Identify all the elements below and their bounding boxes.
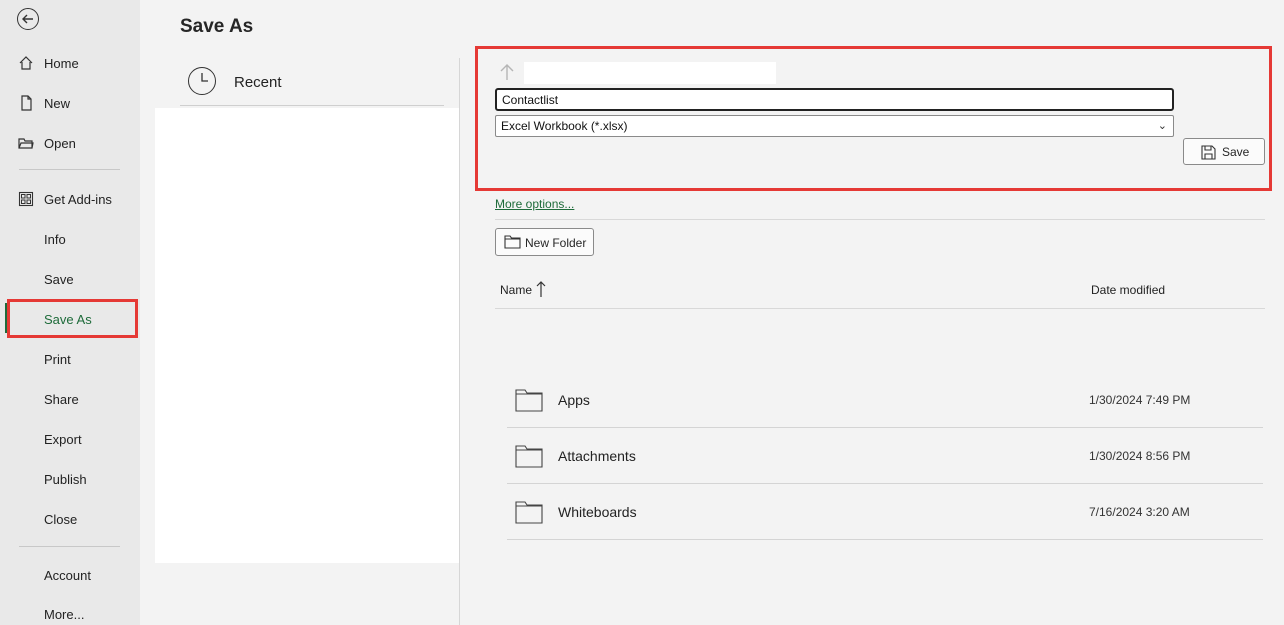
location-recent[interactable]: Recent — [180, 60, 444, 106]
nav-open-label: Open — [44, 135, 76, 151]
open-folder-icon — [18, 138, 34, 149]
nav-save[interactable]: Save — [0, 264, 140, 294]
nav-account-label: Account — [44, 567, 91, 583]
nav-share[interactable]: Share — [0, 384, 140, 414]
nav-divider — [19, 169, 120, 170]
highlight-box-nav — [7, 299, 138, 338]
highlight-box-form — [475, 46, 1272, 191]
nav-new[interactable]: New — [0, 88, 140, 118]
nav-get-add-ins-label: Get Add-ins — [44, 191, 112, 207]
folder-icon — [515, 389, 543, 412]
file-list-row[interactable]: Apps 1/30/2024 7:49 PM — [507, 372, 1263, 428]
nav-export-label: Export — [44, 431, 82, 447]
column-header-date-modified[interactable]: Date modified — [1091, 283, 1165, 297]
folder-icon — [515, 445, 543, 468]
nav-get-add-ins[interactable]: Get Add-ins — [0, 184, 140, 214]
nav-print[interactable]: Print — [0, 344, 140, 374]
back-arrow-icon — [22, 14, 33, 24]
nav-more-label: More... — [44, 606, 85, 622]
section-divider — [495, 219, 1265, 220]
new-folder-button[interactable]: New Folder — [495, 228, 594, 256]
nav-close[interactable]: Close — [0, 504, 140, 534]
add-ins-grid-icon — [18, 191, 34, 207]
new-document-icon — [21, 95, 32, 111]
file-name: Apps — [558, 392, 590, 408]
nav-more[interactable]: More... — [0, 599, 140, 625]
column-header-name[interactable]: Name — [500, 283, 532, 297]
file-date-modified: 7/16/2024 3:20 AM — [1089, 505, 1190, 519]
nav-home[interactable]: Home — [0, 48, 140, 78]
nav-info[interactable]: Info — [0, 224, 140, 254]
file-date-modified: 1/30/2024 7:49 PM — [1089, 393, 1191, 407]
clock-icon — [188, 67, 216, 95]
folder-icon — [515, 501, 543, 524]
file-list-row[interactable]: Attachments 1/30/2024 8:56 PM — [507, 428, 1263, 484]
home-icon — [19, 56, 33, 70]
file-list-row[interactable]: Whiteboards 7/16/2024 3:20 AM — [507, 484, 1263, 540]
back-button[interactable] — [17, 8, 39, 30]
nav-open[interactable]: Open — [0, 128, 140, 158]
nav-publish[interactable]: Publish — [0, 464, 140, 494]
nav-save-label: Save — [44, 271, 74, 287]
more-options-link[interactable]: More options... — [495, 197, 574, 211]
file-name: Attachments — [558, 448, 636, 464]
location-recent-label: Recent — [234, 74, 282, 91]
new-folder-label: New Folder — [525, 236, 587, 250]
nav-home-label: Home — [44, 55, 79, 71]
nav-close-label: Close — [44, 511, 78, 527]
header-divider — [495, 308, 1265, 309]
sort-ascending-icon — [536, 281, 546, 297]
locations-list-area — [155, 108, 459, 563]
nav-print-label: Print — [44, 351, 71, 367]
nav-new-label: New — [44, 95, 71, 111]
nav-divider — [19, 546, 120, 547]
nav-info-label: Info — [44, 231, 66, 247]
nav-account[interactable]: Account — [0, 560, 140, 590]
pane-divider — [459, 58, 460, 625]
file-name: Whiteboards — [558, 504, 637, 520]
nav-publish-label: Publish — [44, 471, 87, 487]
nav-share-label: Share — [44, 391, 79, 407]
nav-export[interactable]: Export — [0, 424, 140, 454]
file-date-modified: 1/30/2024 8:56 PM — [1089, 449, 1191, 463]
page-title: Save As — [180, 16, 254, 37]
folder-icon — [504, 235, 521, 249]
